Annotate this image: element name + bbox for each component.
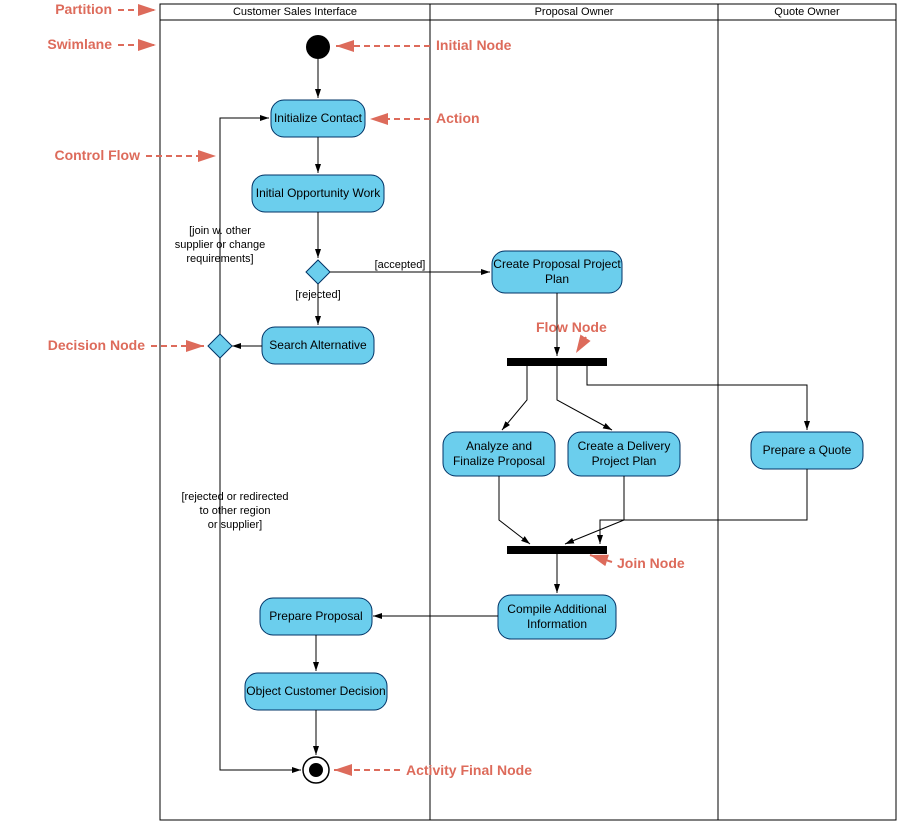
svg-text:Plan: Plan	[545, 272, 569, 286]
flow-to-join1	[499, 476, 530, 544]
guard-join1: [join w. other	[189, 225, 251, 237]
join-node	[507, 546, 607, 554]
annotation-activity-final: Activity Final Node	[406, 762, 532, 778]
swimlane-header-3: Quote Owner	[774, 6, 840, 18]
svg-text:Project Plan: Project Plan	[592, 454, 657, 468]
guard-join3: requirements]	[186, 253, 253, 265]
action-create-delivery: Create a Delivery Project Plan	[568, 432, 680, 476]
flow-fork-3	[587, 366, 807, 430]
decision-node-1	[306, 260, 330, 284]
action-prepare-quote: Prepare a Quote	[751, 432, 863, 469]
svg-text:Initialize Contact: Initialize Contact	[274, 111, 363, 125]
flow-fork-2	[557, 366, 612, 430]
guard-rejected: [rejected]	[295, 289, 340, 301]
guard-join2: supplier or change	[175, 239, 266, 251]
annotation-initial-node: Initial Node	[436, 37, 512, 53]
action-analyze-finalize: Analyze and Finalize Proposal	[443, 432, 555, 476]
action-initialize-contact: Initialize Contact	[271, 100, 365, 137]
svg-text:Initial Opportunity Work: Initial Opportunity Work	[256, 186, 381, 200]
action-create-proposal-plan: Create Proposal Project Plan	[492, 251, 622, 293]
flow-to-join3	[600, 469, 807, 544]
svg-text:Analyze and: Analyze and	[466, 439, 532, 453]
guard-redirect1: [rejected or redirected	[182, 491, 289, 503]
flow-fork-1	[502, 366, 527, 430]
activity-final-node	[303, 757, 329, 783]
svg-text:Information: Information	[527, 617, 587, 631]
annotation-decision-node: Decision Node	[48, 337, 145, 353]
annotation-control-flow: Control Flow	[54, 147, 140, 163]
annotation-swimlane: Swimlane	[47, 36, 112, 52]
guard-redirect3: or supplier]	[208, 519, 262, 531]
action-search-alternative: Search Alternative	[262, 327, 374, 364]
svg-text:Search Alternative: Search Alternative	[269, 338, 367, 352]
guard-redirect2: to other region	[200, 505, 271, 517]
annotation-join-node: Join Node	[617, 555, 685, 571]
annotation-arrow-flow	[576, 337, 586, 353]
annotation-flow-node: Flow Node	[536, 319, 607, 335]
action-prepare-proposal: Prepare Proposal	[260, 598, 372, 635]
svg-text:Compile Additional: Compile Additional	[507, 602, 606, 616]
swimlane-header-2: Proposal Owner	[535, 6, 614, 18]
action-object-decision: Object Customer Decision	[245, 673, 387, 710]
annotation-action: Action	[436, 110, 480, 126]
svg-text:Object Customer Decision: Object Customer Decision	[246, 684, 385, 698]
action-initial-opportunity: Initial Opportunity Work	[252, 175, 384, 212]
swimlane-header-1: Customer Sales Interface	[233, 6, 357, 18]
initial-node	[306, 35, 330, 59]
action-compile-additional: Compile Additional Information	[498, 595, 616, 639]
annotation-partition: Partition	[55, 1, 112, 17]
svg-text:Prepare Proposal: Prepare Proposal	[269, 609, 362, 623]
svg-text:Create a Delivery: Create a Delivery	[578, 439, 671, 453]
fork-node	[507, 358, 607, 366]
annotation-arrow-join	[590, 555, 612, 562]
guard-accepted: [accepted]	[375, 259, 426, 271]
svg-text:Prepare a Quote: Prepare a Quote	[763, 443, 852, 457]
svg-text:Create Proposal Project: Create Proposal Project	[493, 257, 621, 271]
svg-text:Finalize Proposal: Finalize Proposal	[453, 454, 545, 468]
flow-to-join2	[565, 476, 624, 544]
decision-node-2	[208, 334, 232, 358]
